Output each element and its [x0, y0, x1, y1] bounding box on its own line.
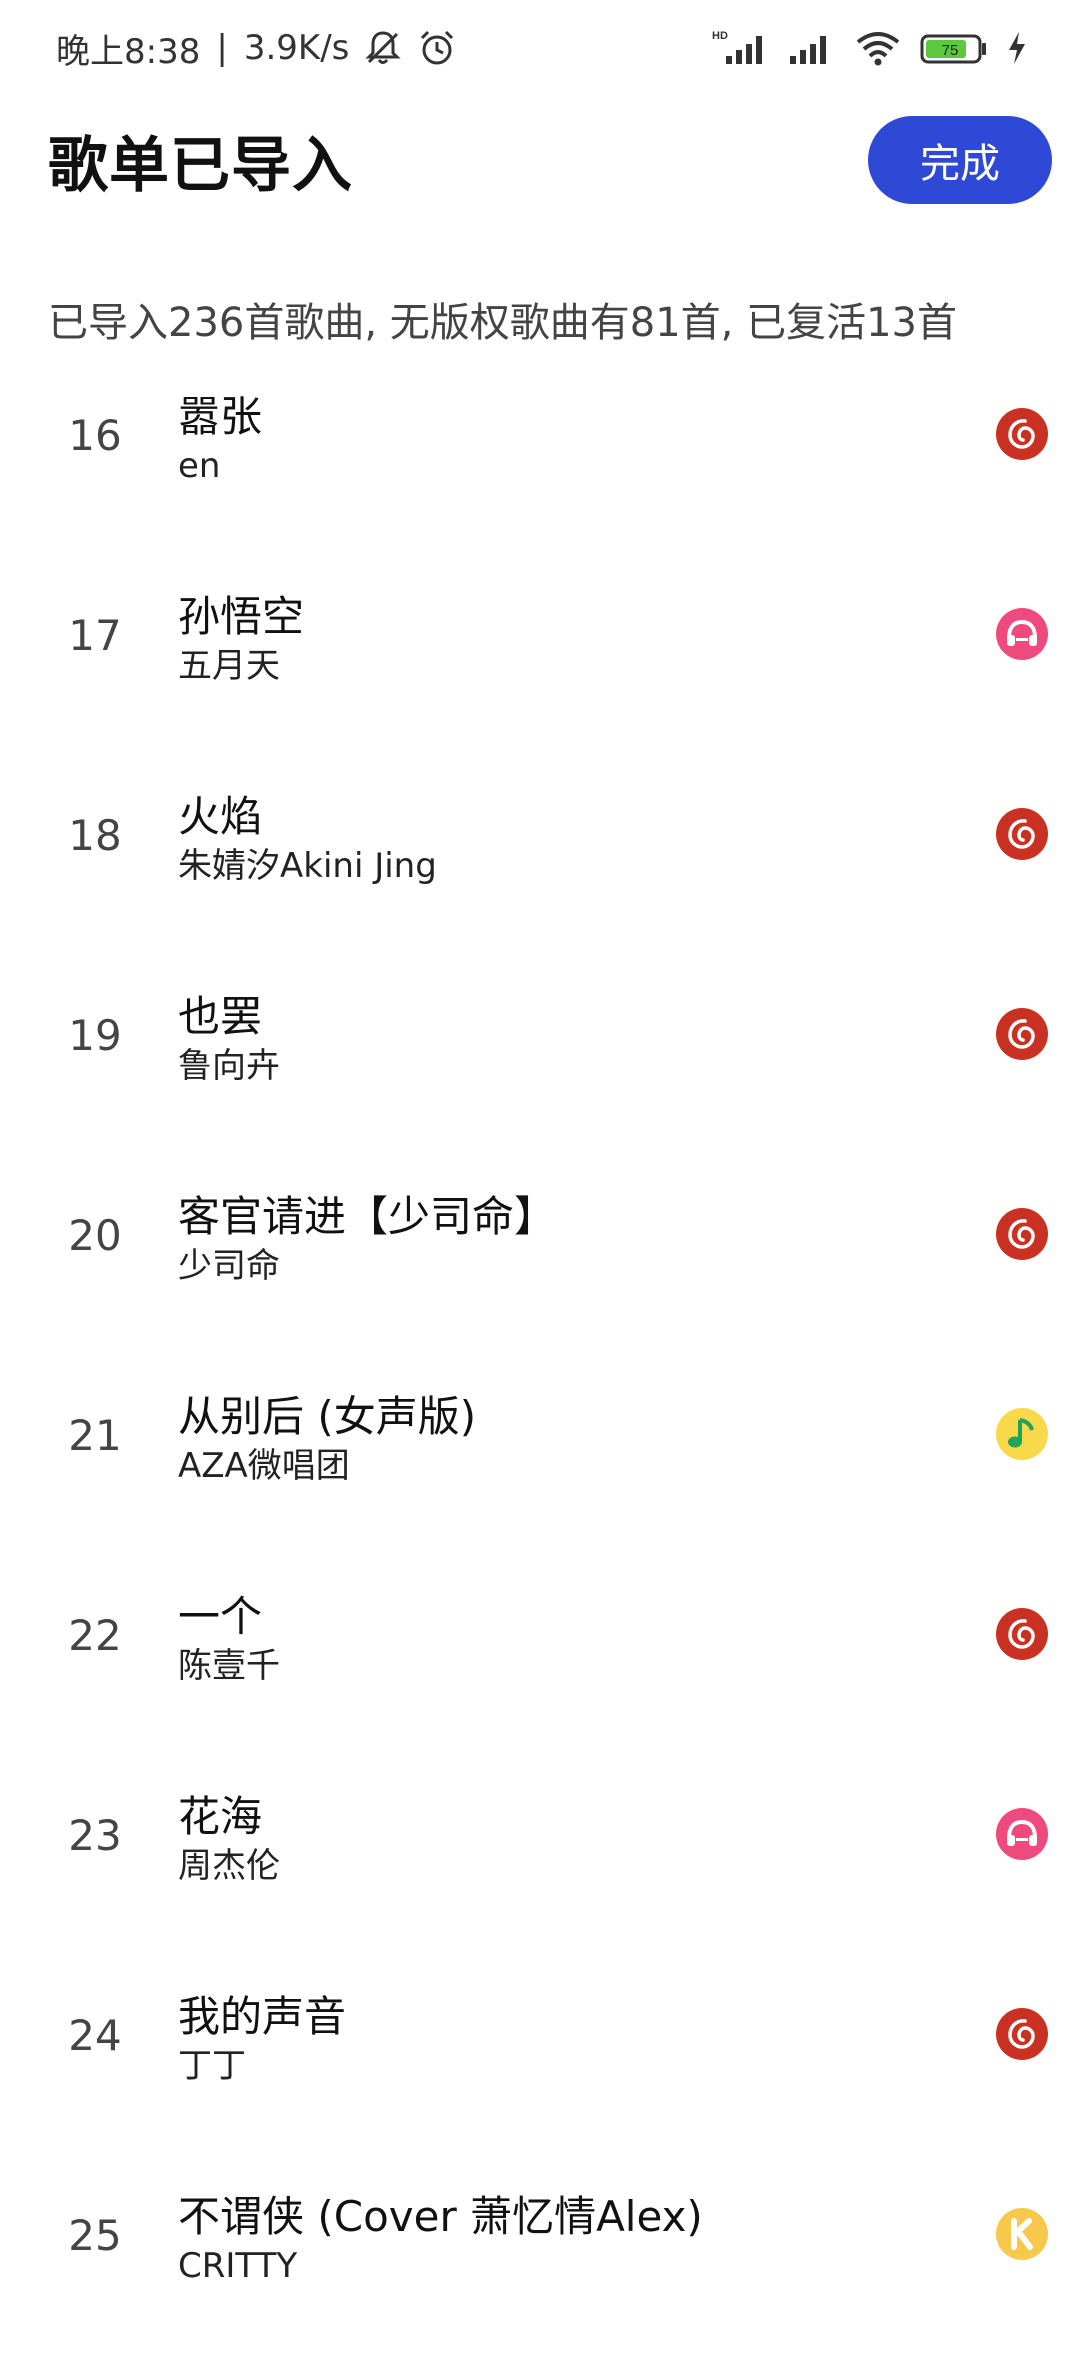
status-right: HD 75	[712, 28, 1028, 68]
song-row[interactable]: 22 一个陈壹千	[0, 1580, 1080, 1780]
charging-icon	[1006, 28, 1028, 68]
song-index: 25	[68, 2210, 122, 2260]
song-text: 一个 陈壹千	[178, 1590, 280, 1688]
song-row[interactable]: 23 花海周杰伦	[0, 1780, 1080, 1980]
song-index: 18	[68, 810, 122, 860]
netease-music-icon	[996, 1208, 1048, 1260]
song-text: 也罢 鲁向卉	[178, 990, 280, 1088]
song-row[interactable]: 24 我的声音丁丁	[0, 1980, 1080, 2180]
song-title: 客官请进【少司命】	[178, 1192, 557, 1241]
battery-level: 75	[942, 42, 959, 59]
song-text: 从别后 (女声版) AZA微唱团	[178, 1390, 476, 1488]
song-row[interactable]: 16 嚣张 en	[0, 380, 1080, 580]
import-summary: 已导入236首歌曲, 无版权歌曲有81首, 已复活13首	[48, 300, 958, 346]
song-artist: 陈壹千	[178, 1646, 280, 1686]
song-title: 从别后 (女声版)	[178, 1392, 477, 1441]
status-time: 晚上8:38	[56, 31, 201, 72]
song-row[interactable]: 25 不谓侠 (Cover 萧忆情Alex) CRITTY	[0, 2180, 1080, 2380]
battery-icon: 75	[920, 28, 988, 68]
song-list[interactable]: 16 嚣张 en 17 孙悟空五月天 18 火焰朱婧汐Akini Jing 19 也罢鲁向…	[0, 380, 1080, 2380]
song-index: 19	[68, 1010, 122, 1060]
song-text: 孙悟空 五月天	[178, 590, 304, 688]
song-index: 16	[68, 410, 122, 460]
netease-music-icon	[996, 2008, 1048, 2060]
status-net-speed: 3.9K/s	[243, 28, 350, 68]
wifi-icon	[854, 28, 902, 68]
netease-music-icon	[996, 1608, 1048, 1660]
song-title: 嚣张	[178, 392, 263, 441]
song-title: 孙悟空	[178, 592, 305, 641]
song-artist: 周杰伦	[178, 1846, 280, 1886]
status-bar: 晚上8:38 | 3.9K/s HD 75	[0, 0, 1080, 96]
song-title: 火焰	[178, 792, 263, 841]
pink-music-icon	[996, 608, 1048, 660]
song-artist: en	[178, 446, 221, 486]
song-text: 不谓侠 (Cover 萧忆情Alex) CRITTY	[178, 2190, 703, 2288]
song-artist: 朱婧汐Akini Jing	[178, 846, 437, 886]
song-text: 花海 周杰伦	[178, 1790, 280, 1888]
song-index: 17	[68, 610, 122, 660]
song-row[interactable]: 19 也罢鲁向卉	[0, 980, 1080, 1180]
status-left: 晚上8:38 | 3.9K/s	[56, 24, 457, 73]
song-index: 22	[68, 1610, 122, 1660]
song-text: 火焰朱婧汐Akini Jing	[178, 790, 437, 888]
signal-icon	[786, 28, 836, 68]
song-artist: CRITTY	[178, 2246, 298, 2286]
header: 歌单已导入 完成	[0, 100, 1080, 220]
song-title: 也罢	[178, 992, 263, 1041]
song-row[interactable]: 21 从别后 (女声版) AZA微唱团	[0, 1380, 1080, 1580]
status-separator: |	[216, 28, 228, 68]
song-row[interactable]: 17 孙悟空五月天	[0, 580, 1080, 780]
kugou-k-icon	[996, 2208, 1048, 2260]
song-artist: 丁丁	[178, 2046, 246, 2086]
song-artist: AZA微唱团	[178, 1446, 350, 1486]
song-title: 花海	[178, 1792, 263, 1841]
done-button[interactable]: 完成	[868, 116, 1052, 204]
song-artist: 鲁向卉	[178, 1046, 280, 1086]
song-row[interactable]: 20 客官请进【少司命】少司命	[0, 1180, 1080, 1380]
netease-music-icon	[996, 808, 1048, 860]
song-index: 20	[68, 1210, 122, 1260]
page-title: 歌单已导入	[48, 130, 353, 201]
song-index: 21	[68, 1410, 122, 1460]
svg-text:HD: HD	[712, 30, 728, 42]
song-text: 我的声音 丁丁	[178, 1990, 346, 2088]
song-title: 我的声音	[178, 1992, 347, 2041]
bell-off-icon	[363, 28, 403, 68]
song-title: 不谓侠 (Cover 萧忆情Alex)	[178, 2192, 703, 2241]
song-row[interactable]: 18 火焰朱婧汐Akini Jing	[0, 780, 1080, 980]
song-artist: 五月天	[178, 646, 280, 686]
song-text: 嚣张 en	[178, 390, 262, 488]
song-artist: 少司命	[178, 1246, 280, 1286]
netease-music-icon	[996, 408, 1048, 460]
hd-signal-icon: HD	[712, 28, 768, 68]
song-index: 24	[68, 2010, 122, 2060]
qq-music-icon	[996, 1408, 1048, 1460]
pink-music-icon	[996, 1808, 1048, 1860]
netease-music-icon	[996, 1008, 1048, 1060]
song-index: 23	[68, 1810, 122, 1860]
alarm-icon	[417, 28, 457, 68]
song-title: 一个	[178, 1592, 263, 1641]
song-text: 客官请进【少司命】少司命	[178, 1190, 556, 1288]
